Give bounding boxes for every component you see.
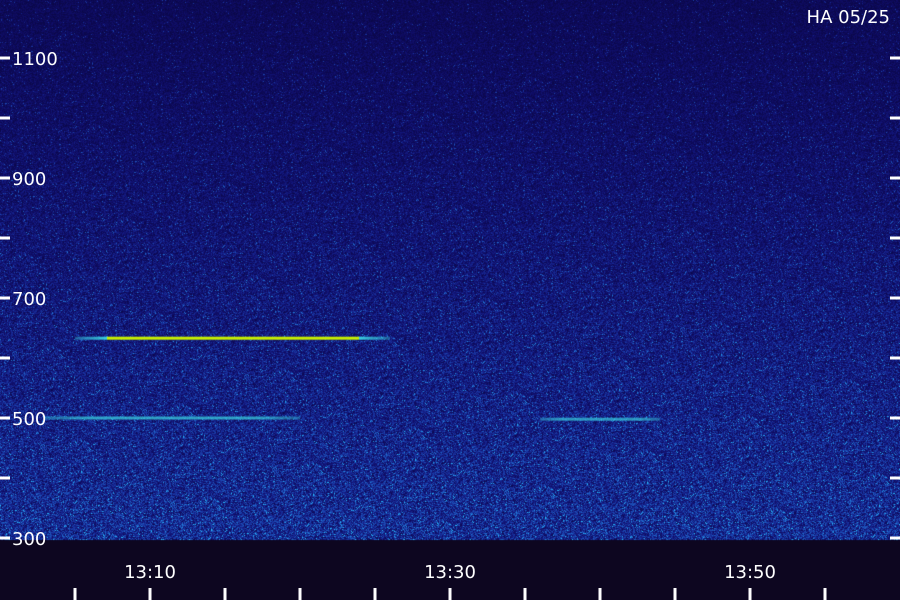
y-tick-label: 1100 [12, 49, 58, 70]
spectrogram-view: HA 05/25 300 500 700 900 1100 13:10 13:30 13:5… [0, 0, 900, 600]
x-tick-label: 13:50 [724, 562, 776, 583]
y-tick-label: 500 [12, 409, 46, 430]
y-tick-label: 900 [12, 169, 46, 190]
x-axis: 13:10 13:30 13:50 [73, 562, 827, 600]
y-tick-label: 700 [12, 289, 46, 310]
y-axis-right [890, 56, 900, 540]
x-tick-label: 13:10 [124, 562, 176, 583]
chart-overlay: HA 05/25 300 500 700 900 1100 13:10 13:30 13:5… [0, 7, 900, 600]
y-tick-label: 300 [12, 529, 46, 550]
x-tick-label: 13:30 [424, 562, 476, 583]
chart-title: HA 05/25 [807, 7, 890, 28]
y-axis-left: 300 500 700 900 1100 [0, 49, 58, 550]
